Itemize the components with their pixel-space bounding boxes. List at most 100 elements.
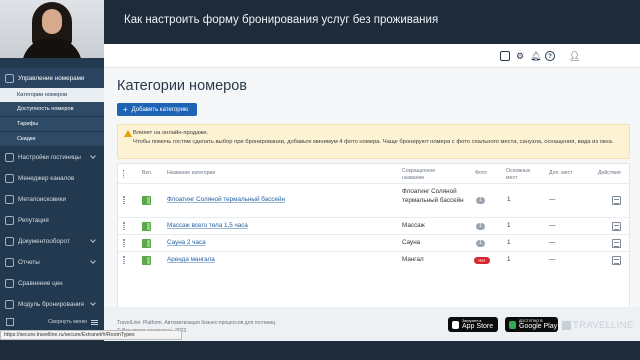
reputation-icon [5, 215, 14, 225]
header-enabled: Вкл. [142, 170, 153, 176]
apple-icon [452, 320, 459, 329]
enabled-toggle[interactable] [142, 196, 151, 205]
video-bottom-strip [0, 341, 640, 360]
add-category-button[interactable]: + Добавить категорию [117, 103, 197, 116]
photo-warning-alert: Влияет на онлайн-продажи. Чтобы помочь г… [117, 124, 630, 159]
sidebar-item-channel-manager[interactable]: Менеджер каналов [0, 168, 104, 188]
footer-line-1: TravelLine: Platform. Автоматизация бизн… [117, 320, 277, 326]
sidebar-item-label: Документооборот [18, 237, 70, 245]
travelline-logo-icon [562, 321, 571, 330]
main-places: 1 [507, 239, 511, 246]
chevron-down-icon [90, 237, 96, 243]
collapse-menu-button[interactable]: Свернуть меню [0, 315, 104, 329]
main-places: 1 [507, 222, 511, 229]
sidebar-item-label: Менеджер каналов [18, 174, 75, 182]
page-title: Категории номеров [117, 78, 247, 94]
menu-icon [91, 319, 98, 325]
sidebar-item-label: Настройки гостиницы [18, 153, 81, 161]
googleplay-big-label: Google Play [519, 322, 558, 330]
sidebar-subitem-availability[interactable]: Доступность номеров [0, 102, 104, 116]
sidebar-item-metasearch[interactable]: Метапоисковики [0, 189, 104, 209]
metasearch-icon [5, 194, 14, 204]
top-toolbar: ⚙ 🔔︎ ? 👤︎ [104, 44, 640, 68]
sidebar-item-price-comparison[interactable]: Сравнение цен [0, 273, 104, 293]
drag-handle-icon[interactable] [123, 256, 125, 264]
sidebar-item-rooms[interactable]: Управление номерами [0, 68, 104, 88]
sidebar-item-label: Модуль бронирования [18, 300, 84, 308]
short-name: Флоатинг Соляной термальный бассейн [402, 188, 464, 204]
drag-handle-icon[interactable] [123, 222, 125, 230]
table-row: Флоатинг Соляной термальный бассейн Флоа… [118, 183, 631, 217]
row-actions-icon[interactable] [612, 239, 621, 248]
google-play-button[interactable]: ДОСТУПНО В Google Play [505, 317, 558, 332]
gear-icon[interactable]: ⚙ [515, 51, 525, 61]
add-category-label: Добавить категорию [131, 106, 189, 113]
category-name-link[interactable]: Массаж всего тела 1,5 часа [167, 222, 248, 229]
user-icon[interactable]: 👤︎ [569, 51, 580, 61]
header-name: Название категории [167, 170, 216, 176]
app-store-button[interactable]: Загрузите в App Store [448, 317, 498, 332]
enabled-toggle[interactable] [142, 239, 151, 248]
collapse-menu-label: Свернуть меню [48, 319, 87, 325]
extra-places: — [549, 256, 556, 263]
travelline-logo: TRAVELLINE [562, 320, 633, 331]
photo-count-badge: 1 [476, 197, 485, 204]
warning-title: Влияет на онлайн-продажи. [133, 130, 209, 136]
rooms-icon [5, 73, 14, 83]
room-categories-table: Вкл. Название категории Сокращенное назв… [117, 163, 631, 309]
table-row: Сауна 2 часа Сауна 1 1 — [118, 234, 631, 251]
table-row: Аренда мангала Мангал Нет 1 — [118, 251, 631, 268]
drag-handle-icon[interactable] [123, 239, 125, 247]
sidebar-item-documents[interactable]: Документооборот [0, 231, 104, 251]
table-row: Массаж всего тела 1,5 часа Массаж 1 1 — [118, 217, 631, 234]
sidebar-item-label: Управление номерами [18, 74, 85, 82]
travelline-brand: TRAVELLINE [573, 320, 634, 331]
sidebar-subitem-rates[interactable]: Тарифы [0, 117, 104, 131]
plus-icon: + [123, 104, 128, 114]
sidebar-item-reputation[interactable]: Репутация [0, 210, 104, 230]
sidebar-item-label: Репутация [18, 216, 49, 224]
category-name-link[interactable]: Флоатинг Соляной термальный бассейн [167, 196, 285, 203]
sidebar-subitem-discounts[interactable]: Скидки [0, 132, 104, 146]
help-icon[interactable]: ? [545, 51, 555, 61]
drag-handle-icon[interactable] [123, 196, 125, 204]
sidebar-item-reports[interactable]: Отчеты [0, 252, 104, 272]
extra-places: — [549, 222, 556, 229]
header-photo: Фото [475, 170, 487, 176]
sidebar-item-label: Метапоисковики [18, 195, 66, 203]
header-actions: Действия [598, 170, 621, 176]
extra-places: — [549, 196, 556, 203]
sidebar-item-hotel-settings[interactable]: Настройки гостиницы [0, 147, 104, 167]
sidebar-subitem-room-categories[interactable]: Категории номеров [0, 88, 104, 102]
category-name-link[interactable]: Сауна 2 часа [167, 239, 206, 246]
enabled-toggle[interactable] [142, 256, 151, 265]
google-play-icon [509, 320, 516, 329]
main-content: ⚙ 🔔︎ ? 👤︎ Категории номеров + Добавить к… [104, 44, 640, 341]
warning-text: Чтобы помочь гостям сделать выбор при бр… [133, 139, 614, 145]
extra-places: — [549, 239, 556, 246]
sidebar-item-label: Отчеты [18, 258, 40, 266]
header-short-name: Сокращенное название [402, 168, 436, 181]
photo-count-badge: 1 [476, 223, 485, 230]
short-name: Массаж [402, 222, 425, 229]
warning-icon [124, 130, 132, 137]
wallet-icon[interactable] [500, 51, 510, 61]
chevron-down-icon [90, 300, 96, 306]
chevron-down-icon [90, 153, 96, 159]
photo-count-badge: 1 [476, 240, 485, 247]
sidebar-item-booking-module[interactable]: Модуль бронирования [0, 294, 104, 314]
booking-module-icon [5, 299, 14, 309]
enabled-toggle[interactable] [142, 222, 151, 231]
column-menu-icon[interactable] [123, 170, 125, 178]
no-photo-badge: Нет [474, 257, 490, 264]
category-name-link[interactable]: Аренда мангала [167, 256, 215, 263]
row-actions-icon[interactable] [612, 222, 621, 231]
row-actions-icon[interactable] [612, 196, 621, 205]
bell-icon[interactable]: 🔔︎ [530, 51, 541, 61]
video-title: Как настроить форму бронирования услуг б… [124, 14, 439, 26]
sidebar-item-label: Сравнение цен [18, 279, 63, 287]
row-actions-icon[interactable] [612, 256, 621, 265]
price-compare-icon [5, 278, 14, 288]
appstore-big-label: App Store [462, 322, 494, 330]
chevron-down-icon [90, 258, 96, 264]
